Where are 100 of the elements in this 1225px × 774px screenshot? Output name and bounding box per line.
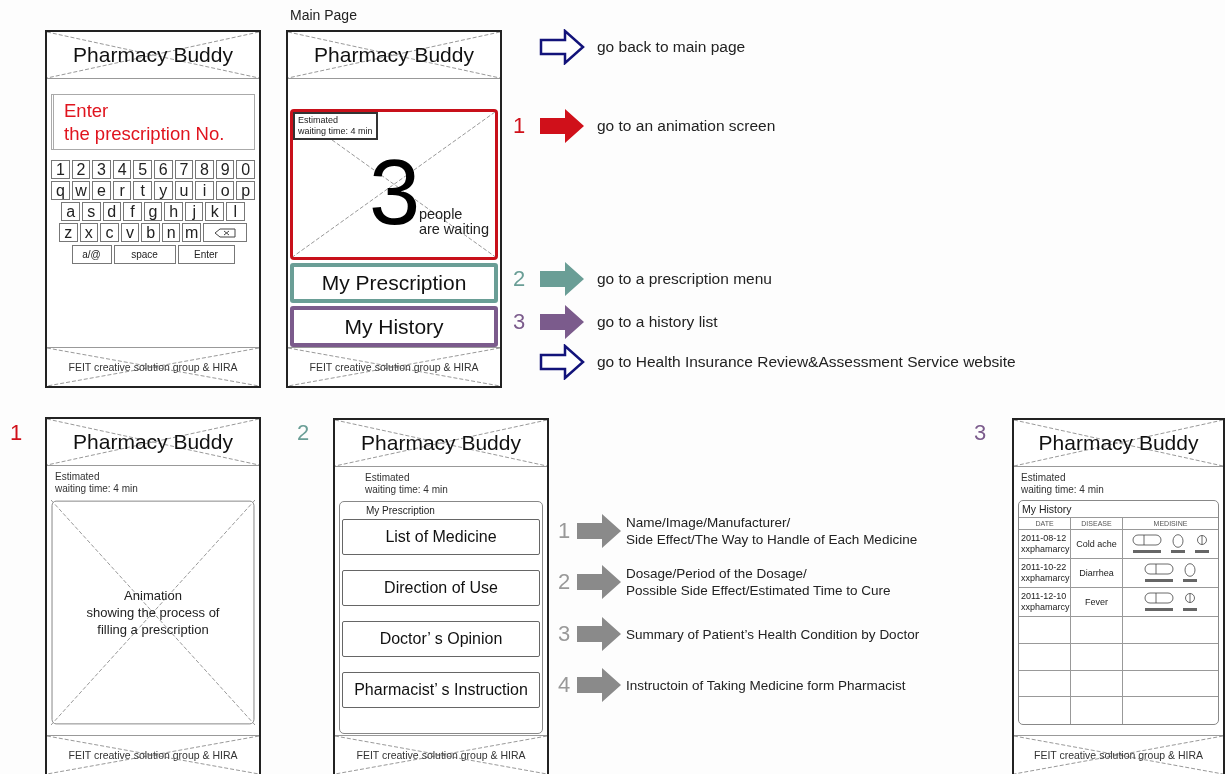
keyboard-key[interactable]: p	[236, 181, 255, 200]
keyboard-key[interactable]: q	[51, 181, 70, 200]
disease-text: Fever	[1085, 597, 1108, 607]
keyboard-key[interactable]: 3	[92, 160, 111, 179]
section-number: 2	[297, 420, 310, 445]
outline-arrow-icon	[539, 29, 585, 65]
keyboard-key[interactable]: b	[141, 223, 160, 242]
keyboard-key[interactable]: 7	[174, 160, 194, 179]
arrow-icon	[576, 616, 622, 652]
arrow-icon	[576, 513, 622, 549]
waiting-time-text: Estimated waiting time: 4 min	[1020, 471, 1105, 496]
disease-text: Diarrhea	[1079, 568, 1114, 578]
keyboard-key[interactable]: d	[102, 202, 122, 221]
keyboard-key[interactable]: 5	[133, 160, 152, 179]
keyboard-key[interactable]: z	[58, 223, 78, 242]
prescription-menu-button[interactable]: Doctor’ s Opinion	[342, 621, 540, 657]
flow-number: 1	[511, 114, 527, 138]
note-number: 3	[556, 621, 572, 647]
footer-text: FEIT creative solution group & HIRA	[309, 361, 479, 373]
date-pharmacy-text: 2011-08-12 xxphamarcy	[1021, 533, 1070, 555]
capsule-pill-icon	[1143, 563, 1174, 583]
keyboard-key[interactable]: x	[79, 223, 99, 242]
transition-note: go to a history list	[597, 313, 718, 331]
app-title: Pharmacy Buddy	[73, 43, 233, 67]
keyboard-key[interactable]: 0	[236, 160, 255, 179]
transition-note: go to an animation screen	[597, 117, 776, 135]
waiting-time-text: Estimated waiting time: 4 min	[364, 471, 449, 496]
keyboard-key[interactable]: c	[100, 223, 119, 242]
keyboard-key[interactable]: y	[154, 181, 173, 200]
keyboard-key[interactable]: n	[161, 223, 181, 242]
footer-text: FEIT creative solution group & HIRA	[356, 749, 526, 761]
keyboard-key[interactable]: k	[205, 202, 225, 221]
prescription-menu-button[interactable]: List of Medicine	[342, 519, 540, 555]
keyboard-key[interactable]: 6	[154, 160, 173, 179]
note-number: 1	[556, 518, 572, 544]
transition-note: go back to main page	[597, 38, 746, 56]
app-title: Pharmacy Buddy	[73, 430, 233, 454]
app-title: Pharmacy Buddy	[361, 431, 521, 455]
keyboard-key[interactable]: o	[215, 181, 235, 200]
animation-caption: Animation showing the process of filling a prescription	[86, 587, 220, 638]
keyboard-key[interactable]: 2	[71, 160, 91, 179]
date-pharmacy-text: 2011-10-22 xxphamarcy	[1021, 562, 1070, 584]
app-title: Pharmacy Buddy	[1038, 431, 1199, 455]
keyboard-key[interactable]: a	[61, 202, 80, 221]
transition-note: go to Health Insurance Review&Assessment Service website	[597, 353, 1016, 371]
menu-button[interactable]: My Prescription	[290, 262, 498, 304]
date-pharmacy-text: 2011-12-10 xxphamarcy	[1021, 591, 1070, 613]
keyboard-key[interactable]: m	[182, 223, 202, 242]
keyboard-key[interactable]: 8	[195, 160, 214, 179]
waiting-time-badge: Estimated waiting time: 4 min	[293, 112, 378, 140]
arrow-icon	[539, 108, 585, 144]
keyboard-key[interactable]: r	[112, 181, 132, 200]
menu-button[interactable]: My History	[290, 306, 498, 347]
keyboard-key[interactable]: 1	[51, 160, 70, 179]
waiting-time-text: Estimated waiting time: 4 min	[54, 470, 139, 495]
keyboard-key[interactable]: f	[123, 202, 142, 221]
keyboard-key[interactable]: Enter	[177, 245, 235, 264]
flow-number: 3	[511, 310, 527, 334]
footer-text: FEIT creative solution group & HIRA	[68, 361, 238, 373]
outline-arrow-icon	[539, 344, 585, 380]
arrow-icon	[576, 564, 622, 600]
keyboard-key[interactable]: v	[120, 223, 140, 242]
flow-number: 2	[511, 267, 527, 291]
prescription-number-field[interactable]: Enter the prescription No.	[51, 94, 255, 150]
keyboard-key[interactable]: h	[164, 202, 183, 221]
keyboard-key[interactable]: space	[113, 245, 176, 264]
keyboard-key[interactable]: j	[184, 202, 204, 221]
keyboard-key[interactable]: u	[174, 181, 194, 200]
keyboard-key[interactable]: t	[133, 181, 152, 200]
prescription-menu-button[interactable]: Direction of Use	[342, 570, 540, 606]
section-label: My History	[1021, 503, 1073, 516]
note-number: 2	[556, 569, 572, 595]
prescription-note: Dosage/Period of the Dosage/ Possible Side Effect/Estimated Time to Cure	[626, 565, 891, 599]
capsule-pill-icon	[1131, 534, 1162, 554]
round-pill-icon	[1193, 534, 1210, 554]
section-label: My Prescription	[365, 504, 436, 517]
empty-table-cell	[1071, 643, 1123, 671]
round-pill-icon	[1181, 592, 1198, 612]
section-number: 3	[974, 420, 987, 445]
empty-table-cell	[1019, 643, 1071, 671]
footer-text: FEIT creative solution group & HIRA	[1033, 749, 1203, 761]
keyboard-key[interactable]: w	[71, 181, 91, 200]
keyboard-key[interactable]: i	[195, 181, 214, 200]
people-waiting-label: people are waiting	[418, 206, 489, 237]
keyboard-key[interactable]: g	[143, 202, 163, 221]
keyboard-key[interactable]: 4	[112, 160, 132, 179]
keyboard-key[interactable]: 9	[215, 160, 235, 179]
backspace-key[interactable]	[203, 223, 248, 242]
app-title: Pharmacy Buddy	[314, 43, 474, 67]
keyboard-key[interactable]: a/@	[71, 245, 112, 264]
prescription-menu-button[interactable]: Pharmacist’ s Instruction	[342, 672, 540, 708]
capsule-pill-icon	[1143, 592, 1174, 612]
transition-note: go to a prescription menu	[597, 270, 772, 288]
keyboard-key[interactable]: e	[92, 181, 111, 200]
page-label: Main Page	[290, 7, 357, 23]
keyboard-key[interactable]: l	[226, 202, 245, 221]
keyboard-key[interactable]: s	[81, 202, 101, 221]
section-number: 1	[10, 420, 23, 445]
prescription-note: Summary of Patient’s Health Condition by Doctor	[626, 625, 920, 643]
backspace-icon	[214, 227, 237, 238]
